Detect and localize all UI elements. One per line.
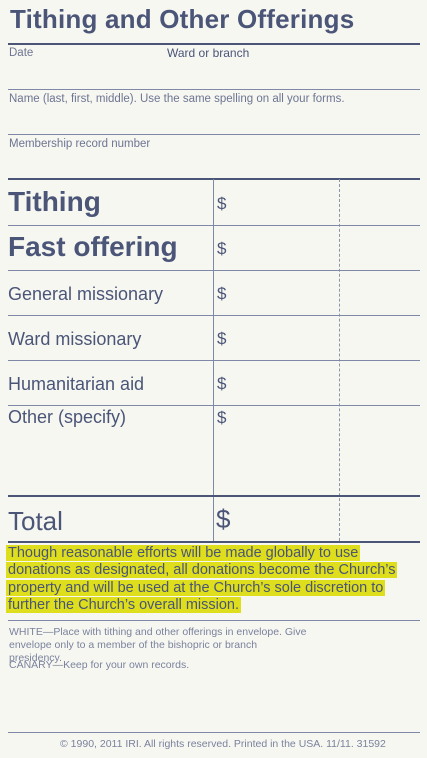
- other-amount-field[interactable]: [230, 407, 420, 493]
- row-currency-tithing: $: [217, 194, 227, 213]
- donation-notice: Though reasonable efforts will be made g…: [6, 545, 406, 615]
- name-field[interactable]: [8, 106, 420, 133]
- row-divider: [8, 270, 420, 271]
- copyright-symbol: ©: [60, 738, 68, 750]
- date-ward-field[interactable]: [8, 60, 420, 88]
- row-currency-other: $: [217, 408, 227, 427]
- fast-offering-amount-field[interactable]: [230, 227, 420, 269]
- row-divider: [8, 225, 420, 226]
- date-ward-underline: [8, 89, 420, 90]
- canary-copy-label: CANARY: [9, 659, 53, 671]
- row-label-ward-missionary: Ward missionary: [8, 329, 142, 349]
- copyright-text: 1990, 2011 IRI. All rights reserved. Pri…: [70, 738, 386, 750]
- other-specify-field[interactable]: [8, 430, 210, 492]
- table-top-border: [8, 178, 420, 180]
- row-divider: [8, 360, 420, 361]
- date-label: Date: [9, 47, 34, 59]
- general-missionary-amount-field[interactable]: [230, 272, 420, 314]
- row-currency-ward-missionary: $: [217, 329, 227, 348]
- row-currency-fast-offering: $: [217, 239, 227, 258]
- canary-copy-instruction: CANARY—Keep for your own records.: [9, 659, 190, 671]
- name-label: Name (last, first, middle). Use the same…: [9, 93, 345, 105]
- total-top-border: [8, 495, 420, 497]
- total-bottom-border: [8, 541, 420, 543]
- name-underline: [8, 134, 420, 135]
- ward-label: Ward or branch: [167, 46, 250, 60]
- row-divider: [8, 405, 420, 406]
- membership-field[interactable]: [8, 152, 420, 176]
- row-label-other: Other (specify): [8, 407, 127, 427]
- row-label-general-missionary: General missionary: [8, 284, 164, 304]
- notice-divider: [8, 620, 420, 621]
- row-divider: [8, 315, 420, 316]
- white-copy-label: WHITE: [9, 626, 43, 638]
- footer-divider: [8, 732, 420, 733]
- humanitarian-aid-amount-field[interactable]: [230, 362, 420, 404]
- row-currency-general-missionary: $: [217, 284, 227, 303]
- total-label: Total: [8, 506, 63, 536]
- notice-highlight: Though reasonable efforts will be made g…: [6, 545, 398, 614]
- copyright-line: © 1990, 2011 IRI. All rights reserved. P…: [60, 738, 386, 750]
- row-label-humanitarian-aid: Humanitarian aid: [8, 374, 145, 394]
- row-currency-humanitarian-aid: $: [217, 374, 227, 393]
- total-currency: $: [216, 504, 231, 534]
- total-amount-field[interactable]: [240, 498, 420, 540]
- canary-copy-text: Keep for your own records.: [63, 659, 190, 671]
- title-divider: [8, 43, 420, 45]
- form-title: Tithing and Other Offerings: [10, 4, 355, 34]
- row-label-fast-offering: Fast offering: [8, 231, 178, 262]
- membership-label: Membership record number: [9, 138, 151, 150]
- ward-missionary-amount-field[interactable]: [230, 317, 420, 359]
- tithing-amount-field[interactable]: [230, 181, 420, 223]
- row-label-tithing: Tithing: [8, 186, 101, 217]
